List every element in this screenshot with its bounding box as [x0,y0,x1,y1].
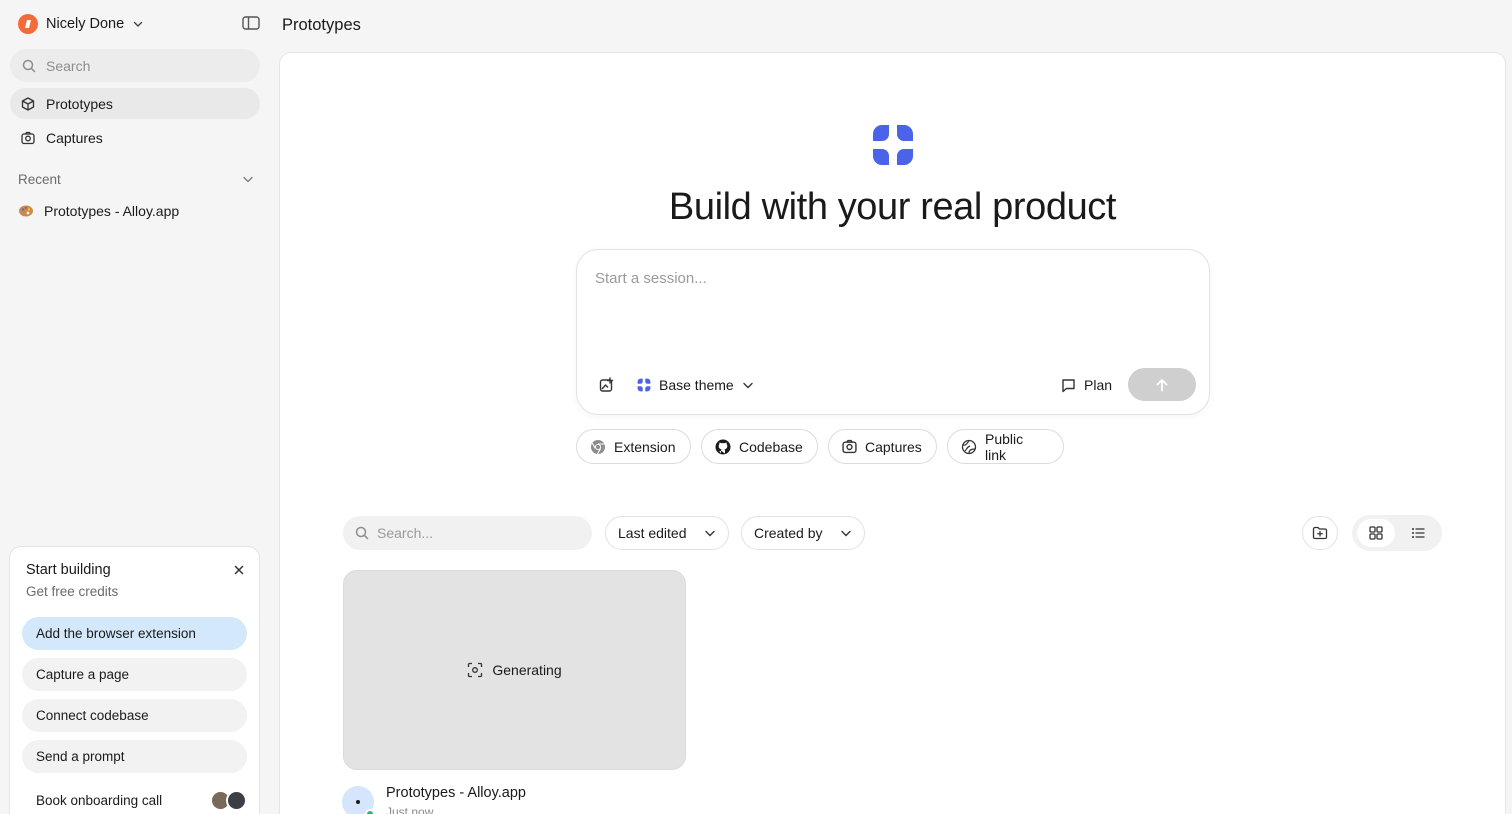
chevron-down-icon [704,527,716,539]
onboarding-panel: Start building Get free credits Add the … [9,546,260,814]
prototype-search[interactable] [343,516,592,550]
close-icon[interactable] [232,563,246,577]
sidebar-item-label: Captures [46,129,103,146]
globe-link-icon [961,439,977,455]
grid-icon [1369,526,1383,540]
captures-chip[interactable]: Captures [828,429,937,464]
onboarding-title: Start building [26,562,111,578]
theme-label: Base theme [659,377,734,393]
camera-icon [21,131,35,145]
chevron-down-icon [742,379,754,391]
arrow-up-icon [1155,378,1169,392]
comment-icon [1061,378,1076,393]
theme-logo-icon [637,378,651,392]
extension-chip[interactable]: Extension [576,429,691,464]
card-status: Generating [492,662,562,678]
session-composer: Base theme Plan [576,249,1210,415]
view-toggle [1352,515,1442,551]
list-icon [1411,526,1425,540]
sort-dropdown[interactable]: Last edited [605,516,729,550]
prototype-search-input[interactable] [377,525,577,541]
focus-scan-icon [467,662,483,678]
plan-button[interactable]: Plan [1061,375,1112,395]
chevron-down-icon [840,527,852,539]
created-by-label: Created by [754,525,823,541]
chip-label: Codebase [739,438,803,455]
sidebar-item-label: Prototypes [46,95,113,112]
recent-label: Recent [18,171,61,187]
add-extension-button[interactable]: Add the browser extension [22,617,247,650]
book-call-button[interactable]: Book onboarding call [22,787,247,813]
connect-codebase-button[interactable]: Connect codebase [22,699,247,732]
chevron-down-icon [132,18,144,30]
search-icon [355,526,369,540]
avatar [342,786,375,814]
palette-icon [18,204,34,218]
online-indicator [365,809,375,814]
codebase-chip[interactable]: Codebase [701,429,818,464]
send-prompt-button[interactable]: Send a prompt [22,740,247,773]
avatar [226,789,247,811]
sidebar-item-captures[interactable]: Captures [10,122,260,153]
card-timestamp: Just now [386,805,434,814]
public-link-chip[interactable]: Public link [947,429,1064,464]
search-icon [22,59,36,73]
attach-image-icon[interactable] [599,377,615,393]
chip-label: Extension [614,438,676,455]
github-icon [715,439,731,455]
recent-item[interactable]: Prototypes - Alloy.app [18,202,179,220]
sidebar-item-prototypes[interactable]: Prototypes [10,88,260,119]
session-input[interactable] [595,270,1185,350]
workspace-logo [18,14,38,34]
workspace-name: Nicely Done [46,16,125,32]
grid-view-button[interactable] [1357,519,1395,547]
brand-logo-icon [871,123,915,167]
recent-section-toggle[interactable]: Recent [18,170,254,188]
page-title: Prototypes [282,16,361,34]
card-title[interactable]: Prototypes - Alloy.app [386,785,526,801]
sidebar: Nicely Done Prototypes Captures Recent [0,0,278,814]
camera-icon [842,439,857,454]
onboarding-subtitle: Get free credits [26,584,119,599]
capture-page-button[interactable]: Capture a page [22,658,247,691]
send-button[interactable] [1128,368,1196,401]
sort-label: Last edited [618,525,687,541]
workspace-switcher[interactable]: Nicely Done [18,13,144,35]
plan-label: Plan [1084,377,1113,393]
box-icon [21,96,35,111]
book-call-label: Book onboarding call [36,792,163,808]
prototype-card[interactable]: Generating [343,570,686,770]
list-view-button[interactable] [1399,519,1437,547]
chip-label: Captures [865,438,922,455]
team-avatars [210,789,247,811]
main-panel: Build with your real product Base theme … [279,52,1506,814]
chrome-icon [590,439,606,455]
recent-item-label: Prototypes - Alloy.app [44,203,180,219]
new-folder-button[interactable] [1302,516,1338,550]
sidebar-toggle-icon[interactable] [242,15,262,33]
chevron-down-icon [242,173,254,185]
avatar-dot [356,800,360,804]
folder-plus-icon [1312,526,1328,540]
theme-selector[interactable]: Base theme [637,375,754,395]
chip-label: Public link [985,430,1024,463]
created-by-dropdown[interactable]: Created by [741,516,865,550]
hero-heading: Build with your real product [668,186,1117,228]
sidebar-search[interactable] [10,49,260,82]
sidebar-search-input[interactable] [46,57,236,74]
